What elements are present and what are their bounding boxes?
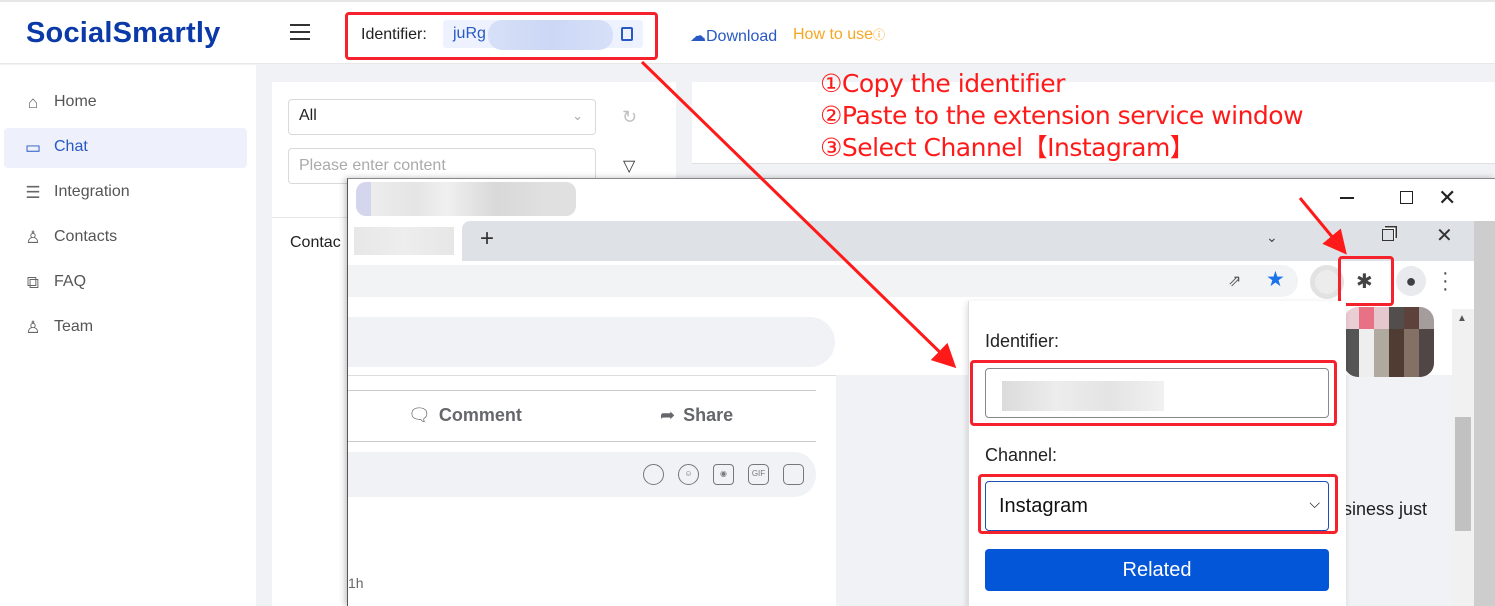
new-tab-icon[interactable]: + — [480, 225, 494, 253]
minimize-icon[interactable] — [1340, 197, 1354, 199]
team-icon: ♙ — [25, 318, 41, 337]
tab-search-chevron-icon[interactable]: ⌄ — [1266, 229, 1278, 246]
profile-icon[interactable]: ● — [1396, 266, 1426, 296]
download-label: Download — [706, 28, 778, 45]
puzzle-icon: ✱ — [1356, 271, 1373, 293]
instruction-step: ①Copy the identifier — [820, 69, 1065, 98]
sidebar-item-contacts[interactable]: ♙ Contacts — [4, 218, 247, 258]
nav-label: Contacts — [54, 228, 118, 245]
nav-label: Chat — [54, 138, 88, 155]
popup-identifier-label: Identifier: — [985, 331, 1060, 351]
avatar-sticker-icon[interactable] — [643, 464, 664, 485]
tab-close-icon[interactable]: ✕ — [1436, 223, 1453, 248]
close-icon[interactable]: ✕ — [1438, 185, 1456, 211]
app-logo: SocialSmartly — [26, 17, 221, 49]
nav-label: Integration — [54, 183, 130, 200]
tab-strip — [462, 221, 1474, 261]
sidebar: ⌂ Home ▭ Chat ☰ Integration ♙ Contacts ⧉ FAQ … — [0, 65, 256, 606]
page-scrollbar[interactable]: ▲ — [1452, 309, 1474, 606]
identifier-text: juRg — [453, 25, 486, 42]
cloud-download-icon: ☁ — [690, 28, 706, 45]
top-header: SocialSmartly Identifier: juRg ☁Download… — [0, 0, 1495, 64]
sidebar-item-faq[interactable]: ⧉ FAQ — [4, 263, 247, 303]
highlight-frame — [978, 474, 1338, 534]
browser-tab[interactable] — [348, 221, 460, 261]
scroll-up-icon[interactable]: ▲ — [1457, 313, 1467, 324]
window-title-redacted — [356, 182, 576, 216]
faq-icon: ⧉ — [26, 273, 40, 292]
gif-icon[interactable]: GIF — [748, 464, 769, 485]
search-placeholder: Please enter content — [299, 157, 446, 174]
nav-label: Home — [54, 93, 97, 110]
identifier-redaction — [488, 20, 613, 50]
chat-icon: ▭ — [24, 138, 42, 157]
window-scrollbar[interactable] — [1474, 221, 1495, 606]
sidebar-item-integration[interactable]: ☰ Integration — [4, 173, 247, 213]
address-bar[interactable] — [348, 265, 1298, 297]
comment-input[interactable]: ☺ ◉ GIF — [348, 452, 816, 497]
instruction-step: ②Paste to the extension service window — [820, 101, 1304, 130]
browser-window: ✕ + ⌄ ✕ ⇗ ★ ✱ ● · · · 🗨 Comment ➦ Share ☺ ◉ … — [347, 178, 1495, 606]
page-search-bar[interactable] — [348, 317, 835, 367]
sticker-icon[interactable] — [783, 464, 804, 485]
tab-contacts[interactable]: Contac — [290, 234, 341, 252]
sidebar-item-chat[interactable]: ▭ Chat — [4, 128, 247, 168]
home-icon: ⌂ — [27, 93, 39, 112]
channel-filter-select[interactable]: All ⌄ — [288, 99, 596, 135]
post-timestamp: 1h — [348, 575, 364, 591]
tab-title-redacted — [354, 227, 454, 255]
post-text: siness just — [1343, 499, 1428, 519]
chevron-down-icon: ⌄ — [572, 108, 583, 123]
comment-button[interactable]: 🗨 Comment — [408, 405, 522, 426]
scroll-thumb[interactable] — [1455, 417, 1471, 531]
highlight-frame — [970, 360, 1337, 426]
instructions-annotation: ①Copy the identifier ②Paste to the exten… — [820, 68, 1304, 164]
identifier-highlight: Identifier: juRg — [345, 12, 658, 60]
refresh-icon[interactable]: ↻ — [622, 107, 637, 128]
share-arrow-icon: ➦ — [660, 405, 676, 425]
select-value: All — [299, 107, 317, 124]
related-button[interactable]: Related — [985, 549, 1329, 591]
browser-toolbar: ⇗ ★ ✱ ● · · · — [348, 256, 1474, 306]
menu-toggle-icon[interactable] — [290, 24, 310, 40]
how-to-use-link[interactable]: How to useⓘ — [793, 26, 885, 44]
share-page-icon[interactable]: ⇗ — [1228, 271, 1241, 291]
bookmark-star-icon[interactable]: ★ — [1266, 267, 1285, 292]
divider — [348, 441, 816, 442]
help-circle-icon: ⓘ — [873, 28, 886, 42]
emoji-icon[interactable]: ☺ — [678, 464, 699, 485]
more-menu-icon[interactable]: · · · — [1442, 263, 1449, 299]
list-icon: ☰ — [25, 183, 41, 202]
download-link[interactable]: ☁Download — [690, 26, 777, 46]
copy-icon[interactable] — [621, 27, 633, 41]
user-icon: ♙ — [25, 228, 41, 247]
identifier-label: Identifier: — [361, 26, 427, 43]
filter-icon[interactable]: ▽ — [623, 156, 635, 176]
nav-label: Team — [54, 318, 94, 335]
how-to-use-label: How to use — [793, 26, 874, 43]
camera-icon[interactable]: ◉ — [713, 464, 734, 485]
extension-popup: Identifier: Channel: Instagram ⌵ Related — [968, 301, 1346, 606]
share-label: Share — [683, 405, 734, 425]
sidebar-item-home[interactable]: ⌂ Home — [4, 83, 247, 123]
share-button[interactable]: ➦ Share — [660, 405, 733, 426]
sidebar-item-team[interactable]: ♙ Team — [4, 308, 247, 348]
comment-icon: 🗨 — [408, 405, 431, 425]
popup-channel-label: Channel: — [985, 445, 1058, 465]
nav-label: FAQ — [54, 273, 87, 290]
instruction-step: ③Select Channel【Instagram】 — [820, 133, 1195, 162]
restore-icon[interactable] — [1382, 229, 1394, 241]
avatar-redacted — [1344, 329, 1434, 377]
divider — [348, 390, 816, 391]
comment-label: Comment — [438, 405, 522, 425]
identifier-value: juRg — [443, 20, 643, 50]
maximize-icon[interactable] — [1400, 191, 1413, 204]
extensions-button[interactable]: ✱ — [1338, 256, 1394, 306]
